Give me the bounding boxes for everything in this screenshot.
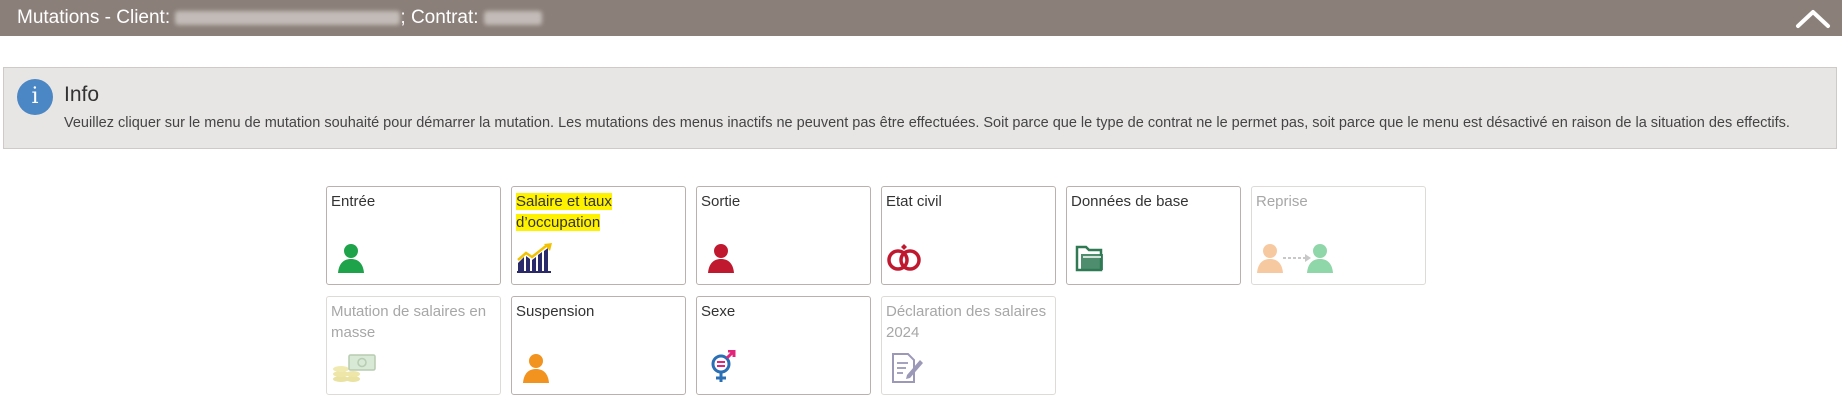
tile-salaire[interactable]: Salaire et taux d’occupation: [511, 186, 686, 285]
tile-label: Données de base: [1071, 193, 1189, 210]
title-prefix: Mutations - Client:: [17, 7, 171, 28]
tile-label: Déclaration des salaires 2024: [886, 303, 1047, 341]
tile-declaration-salaires: Déclaration des salaires 2024: [881, 296, 1056, 395]
info-title: Info: [64, 83, 100, 106]
tile-sexe[interactable]: Sexe: [696, 296, 871, 395]
tile-label: Etat civil: [886, 193, 942, 210]
tile-entree[interactable]: Entrée: [326, 186, 501, 285]
tile-label: Entrée: [331, 193, 376, 210]
tile-label: Sortie: [701, 193, 741, 210]
tile-reprise: Reprise: [1251, 186, 1426, 285]
tile-label: Sexe: [701, 303, 736, 320]
document-pen-icon: [892, 353, 923, 383]
tile-sortie[interactable]: Sortie: [696, 186, 871, 285]
title-contract-label: ; Contrat:: [400, 7, 479, 28]
client-name-redacted: [175, 10, 401, 25]
info-panel: i Info Veuillez cliquer sur le menu de m…: [3, 67, 1837, 149]
tile-label-text: Salaire et taux d’occupation: [516, 193, 612, 231]
folder-icon: [1075, 245, 1103, 272]
tile-label: Mutation de salaires en masse: [331, 303, 487, 341]
tile-label: Salaire et taux d’occupation: [516, 191, 681, 233]
person-red-icon: [708, 244, 734, 273]
salary-chart-icon: [517, 243, 552, 273]
tile-donnees-de-base[interactable]: Données de base: [1066, 186, 1241, 285]
gender-icon: [711, 350, 736, 382]
rings-icon: [887, 244, 921, 271]
page-title: Mutations - Client: ; Contrat:: [17, 6, 542, 30]
tile-mutation-salaires-masse: Mutation de salaires en masse: [326, 296, 501, 395]
person-orange-icon: [523, 354, 549, 383]
collapse-button[interactable]: [1794, 4, 1832, 32]
person-green-icon: [338, 244, 364, 273]
person-transfer-icon: [1257, 244, 1333, 273]
tile-suspension[interactable]: Suspension: [511, 296, 686, 395]
tile-label: Reprise: [1256, 193, 1308, 210]
info-icon: i: [17, 79, 53, 115]
money-stack-icon: [333, 354, 376, 382]
contract-number-redacted: [483, 10, 542, 25]
chevron-up-icon: [1796, 10, 1830, 28]
mutations-header: Mutations - Client: ; Contrat:: [0, 0, 1842, 36]
tile-label: Suspension: [516, 303, 595, 320]
tile-etat-civil[interactable]: Etat civil: [881, 186, 1056, 285]
info-text: Veuillez cliquer sur le menu de mutation…: [64, 115, 1790, 131]
